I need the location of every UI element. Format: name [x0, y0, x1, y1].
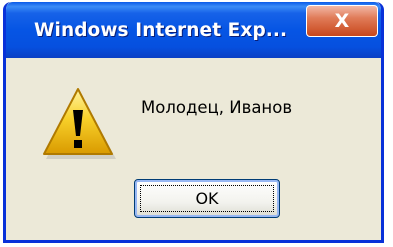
dialog-message: Молодец, Иванов: [141, 98, 293, 117]
ok-button[interactable]: OK: [134, 179, 280, 218]
alert-dialog-window: Windows Internet Exp... X Молодец, Ивано…: [3, 2, 384, 243]
title-bar[interactable]: Windows Internet Exp... X: [6, 2, 381, 58]
ok-button-label: OK: [195, 189, 219, 208]
close-icon: X: [334, 10, 350, 32]
window-title: Windows Internet Exp...: [34, 20, 288, 41]
warning-icon: [43, 88, 116, 159]
close-button[interactable]: X: [306, 5, 378, 37]
